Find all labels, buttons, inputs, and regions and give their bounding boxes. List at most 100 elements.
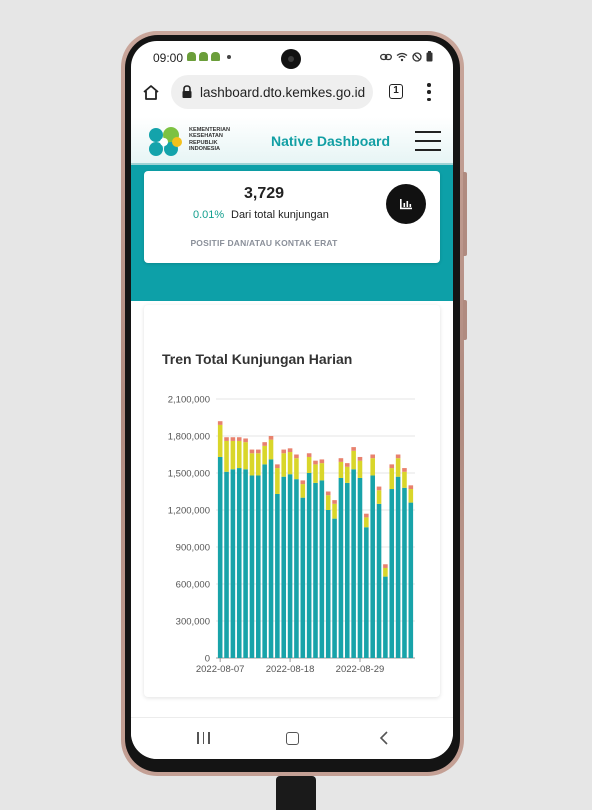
bar-segment <box>236 440 242 469</box>
bar-segment <box>224 471 229 658</box>
android-icon <box>211 52 220 61</box>
system-icons <box>380 51 433 62</box>
bar-segment <box>275 468 280 494</box>
bar-segment <box>395 458 401 477</box>
do-not-disturb-icon <box>412 51 422 62</box>
bar-segment <box>338 461 344 478</box>
bar-segment <box>268 439 274 460</box>
back-icon[interactable] <box>377 730 393 746</box>
bar-segment <box>294 458 299 480</box>
bar-segment <box>243 438 248 443</box>
status-bar: 09:00 <box>131 41 453 75</box>
x-tick-label: 2022-08-18 <box>266 664 315 675</box>
bar-segment <box>268 436 274 440</box>
stat-value: 3,729 <box>243 185 285 202</box>
logo-text: KEMENTERIAN KESEHATAN REPUBLIK INDONESIA <box>189 127 231 152</box>
bar-segment <box>217 421 223 425</box>
tab-switcher-button[interactable]: 1 <box>389 84 403 99</box>
hamburger-menu-icon[interactable] <box>415 131 441 151</box>
y-tick-label: 1,500,000 <box>168 469 210 480</box>
bar-segment <box>332 500 337 504</box>
android-nav-bar <box>131 717 453 759</box>
daily-visits-chart-card: Tren Total Kunjungan Harian 0 300,000 600,… <box>144 305 440 697</box>
bar-segment <box>262 442 267 446</box>
home-icon[interactable] <box>141 83 161 103</box>
bar-segment <box>364 517 369 528</box>
y-tick-label: 600,000 <box>176 580 210 591</box>
y-tick-label: 2,100,000 <box>168 395 210 406</box>
power-button <box>463 300 467 340</box>
bar-segment <box>230 437 236 441</box>
bar-segment <box>268 459 274 658</box>
bar-segment <box>256 453 261 476</box>
bar-segment <box>294 479 299 658</box>
site-title[interactable]: Native Dashboard <box>271 133 390 149</box>
bar-segment <box>376 490 382 504</box>
stat-card: 3,729 0.01% Dari total kunjungan POSITIF… <box>144 171 440 263</box>
kemenkes-logo[interactable] <box>143 121 187 163</box>
bar-segment <box>281 453 287 477</box>
bar-segment <box>256 449 261 454</box>
bar-segment <box>281 476 287 658</box>
bar-segment <box>408 485 414 490</box>
bar-segment <box>236 437 242 441</box>
y-tick-label: 900,000 <box>176 543 210 554</box>
bar-segment <box>236 468 242 658</box>
bar-segment <box>338 458 344 462</box>
battery-icon <box>426 51 433 62</box>
home-nav-icon[interactable] <box>286 732 299 745</box>
bar-segment <box>249 453 255 476</box>
bar-segment <box>306 456 312 473</box>
bar-segment <box>306 473 312 658</box>
bar-segment <box>224 437 229 441</box>
bar-segment <box>351 447 356 451</box>
chart-toggle-button[interactable] <box>386 184 426 224</box>
bar-segment <box>230 469 236 658</box>
bar-segment <box>281 449 287 454</box>
bar-segment <box>332 503 337 519</box>
bar-segment <box>325 510 331 658</box>
bar-segment <box>402 471 407 488</box>
bar-segment <box>408 489 414 503</box>
bar-segment <box>364 527 369 658</box>
bar-segment <box>306 453 312 457</box>
bar-segment <box>344 482 350 658</box>
phone-screen: 09:00 lashboard.dto.kemkes.go.id 1 KEMEN… <box>131 41 453 759</box>
status-time: 09:00 <box>153 51 184 65</box>
bar-segment <box>402 468 407 472</box>
bar-segment <box>370 454 375 459</box>
bar-segment <box>319 480 325 658</box>
bar-segment <box>249 475 255 658</box>
address-bar[interactable]: lashboard.dto.kemkes.go.id <box>171 75 373 109</box>
bar-segment <box>357 456 363 461</box>
browser-toolbar: lashboard.dto.kemkes.go.id 1 <box>131 75 453 117</box>
bar-segment <box>319 459 325 464</box>
front-camera <box>281 49 301 69</box>
volume-button <box>463 172 467 256</box>
bar-segment <box>325 491 331 496</box>
android-icon <box>187 52 196 61</box>
url-text: lashboard.dto.kemkes.go.id <box>200 84 366 100</box>
bar-segment <box>224 440 229 472</box>
bar-segment <box>325 495 331 510</box>
usb-cable <box>276 776 316 810</box>
x-tick-label: 2022-08-07 <box>196 664 245 675</box>
bar-segment <box>370 475 375 658</box>
recent-apps-icon[interactable] <box>197 732 210 744</box>
browser-menu-icon[interactable] <box>426 83 432 101</box>
bar-segment <box>389 464 395 469</box>
bar-segment <box>383 564 388 568</box>
bar-segment <box>344 466 350 483</box>
stat-label: POSITIF DAN/ATAU KONTAK ERAT <box>190 238 338 248</box>
y-tick-label: 0 <box>205 654 210 665</box>
y-tick-label: 1,200,000 <box>168 506 210 517</box>
bar-segment <box>395 476 401 658</box>
bar-segment <box>370 458 375 476</box>
more-notifications-icon <box>227 54 231 59</box>
bar-segment <box>319 463 325 481</box>
bar-segment <box>300 484 306 498</box>
stat-percent: 0.01% <box>193 209 225 221</box>
bar-segment <box>313 482 318 658</box>
bar-segment <box>313 464 318 483</box>
bar-segment <box>287 474 293 658</box>
